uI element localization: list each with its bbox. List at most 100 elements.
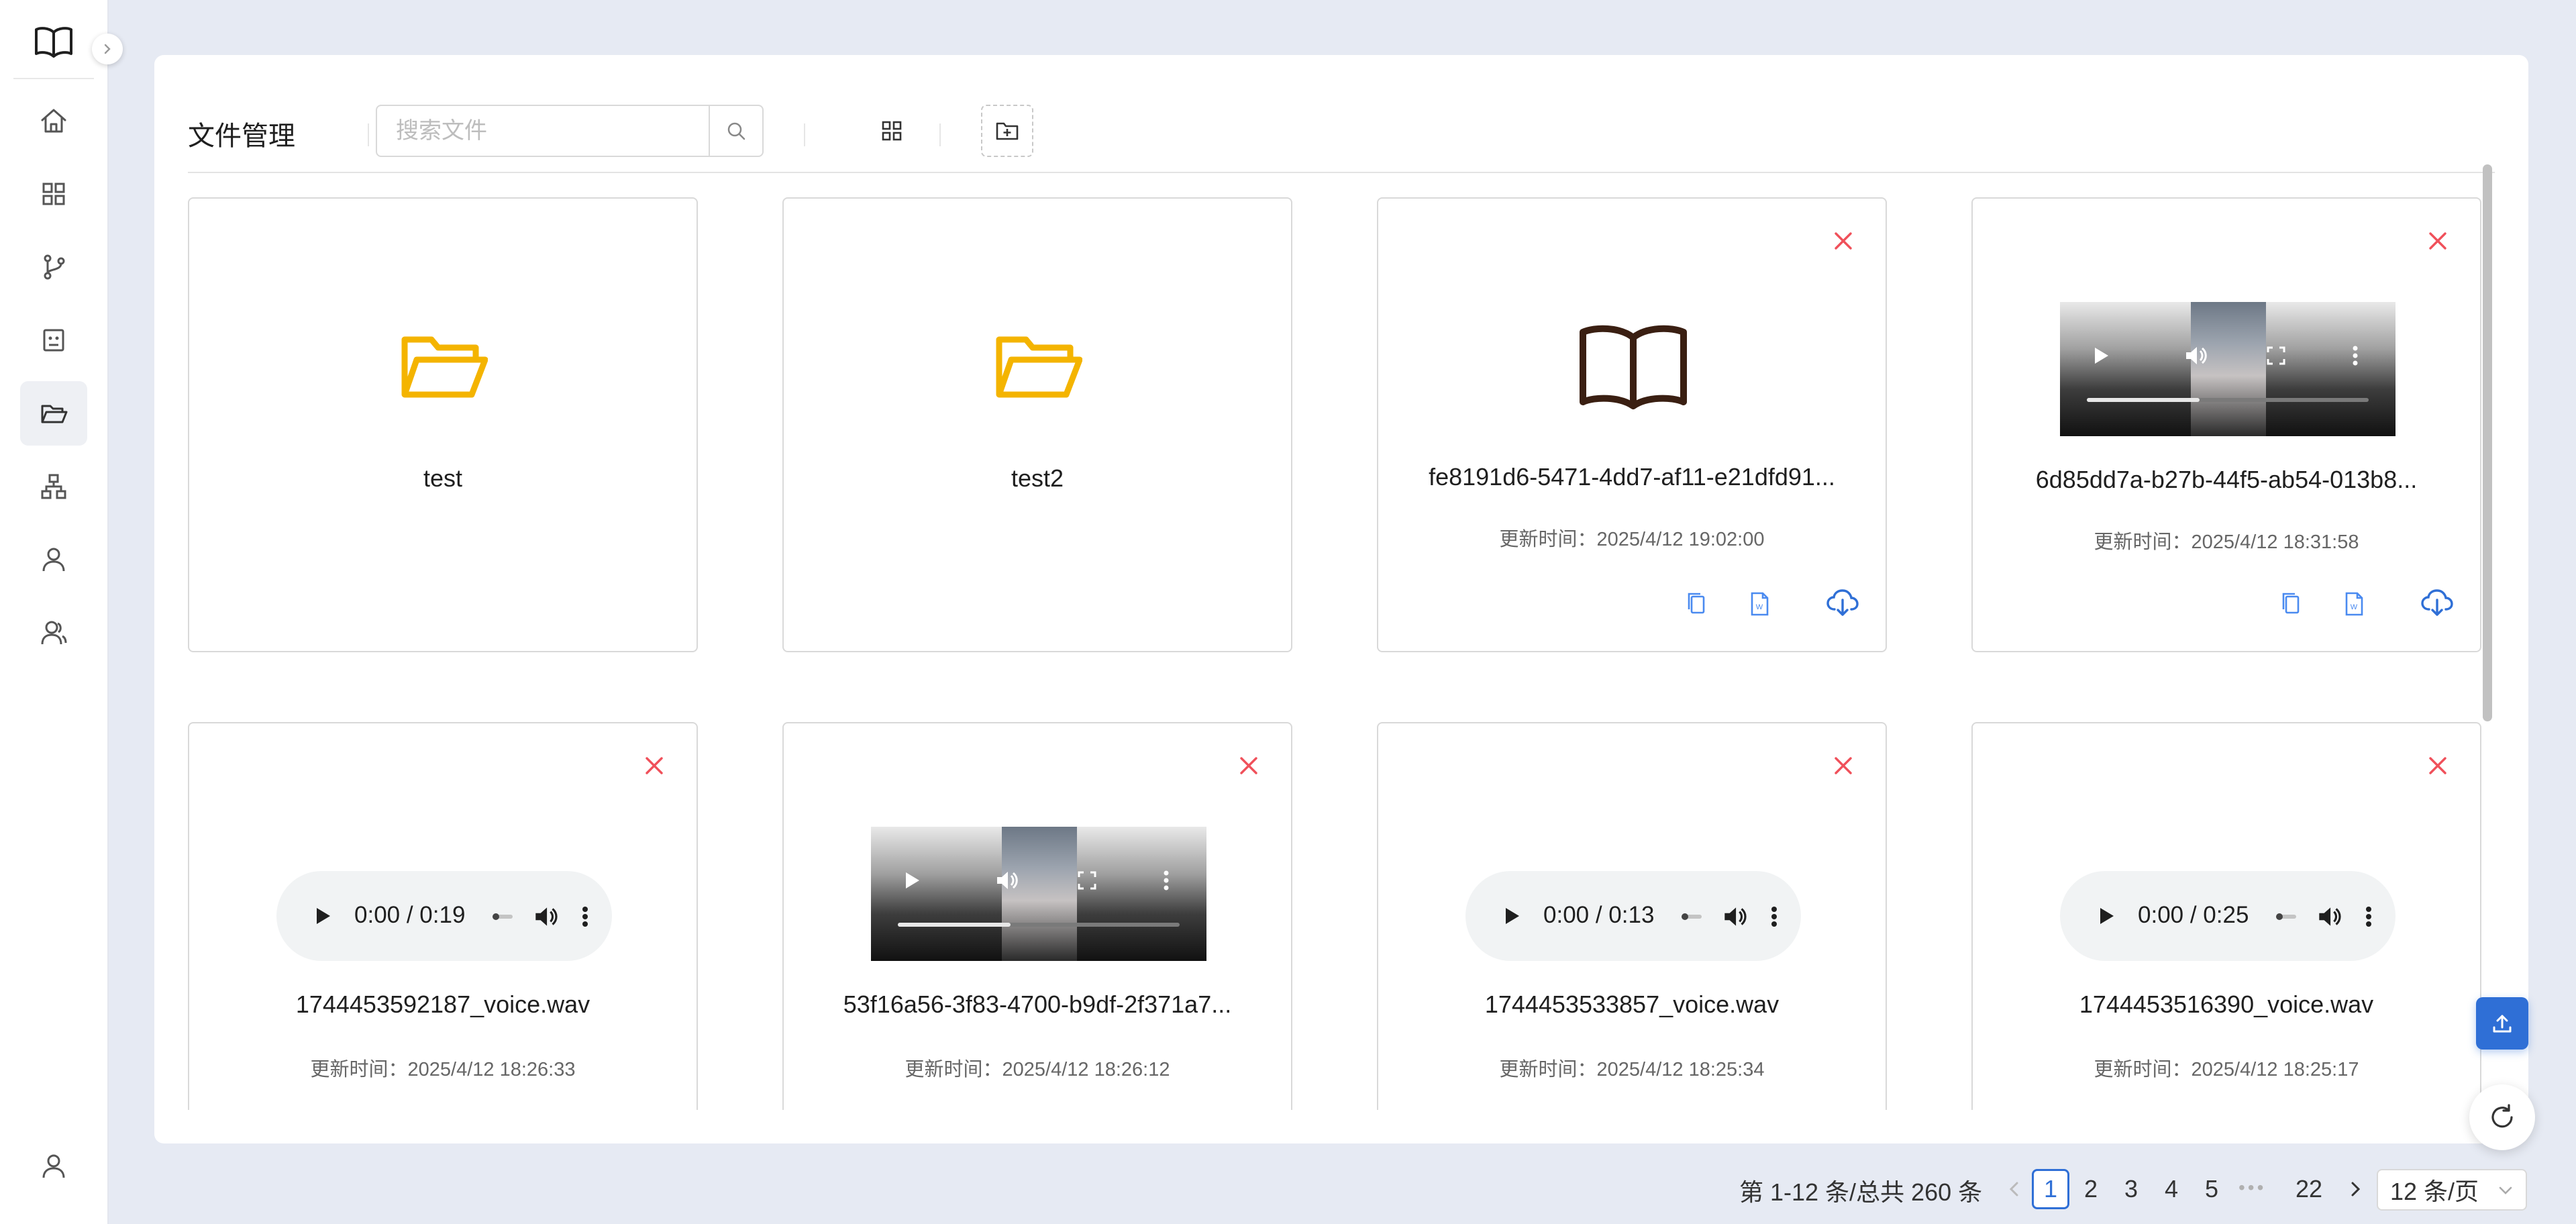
page-5-button[interactable]: 5 xyxy=(2193,1169,2230,1209)
video-progress[interactable] xyxy=(2087,398,2369,402)
page-last[interactable]: 22 xyxy=(2284,1169,2334,1209)
file-card[interactable]: 6d85dd7a-b27b-44f5-ab54-013b8... 更新时间：202… xyxy=(1971,197,2481,652)
close-icon xyxy=(1831,228,1856,254)
video-progress[interactable] xyxy=(898,923,1180,927)
fullscreen-icon[interactable] xyxy=(2263,342,2289,369)
svg-text:W: W xyxy=(1756,603,1763,611)
file-card[interactable]: 53f16a56-3f83-4700-b9df-2f371a7... 更新时间：2… xyxy=(782,722,1292,1110)
file-name: 53f16a56-3f83-4700-b9df-2f371a7... xyxy=(843,990,1232,1018)
more-options-icon[interactable] xyxy=(578,903,592,931)
cloud-download-icon[interactable] xyxy=(1825,588,1860,616)
updated-time: 更新时间：2025/4/12 18:26:12 xyxy=(905,1059,1170,1080)
delete-button[interactable] xyxy=(641,753,667,778)
pagination-ellipsis[interactable]: ••• xyxy=(2238,1177,2266,1198)
prev-page-button[interactable] xyxy=(1996,1169,2033,1209)
chevron-left-icon xyxy=(2006,1180,2022,1198)
delete-button[interactable] xyxy=(1831,753,1856,778)
video-player[interactable] xyxy=(871,827,1206,961)
delete-button[interactable] xyxy=(2425,228,2451,254)
close-icon xyxy=(1831,753,1856,778)
upload-icon xyxy=(2490,1011,2514,1035)
folder-add-icon xyxy=(994,119,1020,142)
page-2-button[interactable]: 2 xyxy=(2072,1169,2110,1209)
audio-progress[interactable] xyxy=(493,913,513,920)
volume-icon[interactable] xyxy=(531,903,560,931)
file-name: fe8191d6-5471-4dd7-af11-e21dfd91... xyxy=(1429,463,1835,491)
more-options-icon[interactable] xyxy=(1153,867,1180,894)
sidebar-account[interactable] xyxy=(20,1134,87,1198)
sidebar-item-files[interactable] xyxy=(20,381,87,446)
audio-player[interactable]: 0:00 / 0:25 xyxy=(2060,871,2395,961)
sidebar-collapse-toggle[interactable] xyxy=(92,34,123,64)
sidebar-item-organization[interactable] xyxy=(20,454,87,519)
pagination-summary: 第 1-12 条/总共 260 条 xyxy=(1739,1178,1983,1206)
audio-player[interactable]: 0:00 / 0:13 xyxy=(1465,871,1801,961)
file-card[interactable]: 0:00 / 0:25 1744453516390_voice.wav 更新时间：2… xyxy=(1971,722,2481,1110)
video-player[interactable] xyxy=(2060,302,2395,436)
chevron-down-icon xyxy=(2497,1184,2514,1197)
copy-icon[interactable] xyxy=(1683,591,1710,617)
file-card[interactable]: 0:00 / 0:19 1744453592187_voice.wav 更新时间：2… xyxy=(188,722,698,1110)
sidebar-item-dashboard[interactable] xyxy=(20,162,87,226)
play-icon[interactable] xyxy=(2087,342,2114,369)
upload-button[interactable] xyxy=(2476,997,2528,1050)
audio-time: 0:00 / 0:13 xyxy=(1543,902,1655,928)
folder-open-icon xyxy=(38,398,69,429)
user-icon xyxy=(38,544,69,575)
search-button[interactable] xyxy=(709,106,762,156)
play-icon[interactable] xyxy=(1498,903,1525,929)
scrollbar[interactable] xyxy=(2483,164,2492,721)
file-name: 6d85dd7a-b27b-44f5-ab54-013b8... xyxy=(2035,466,2418,493)
cloud-download-icon[interactable] xyxy=(2420,588,2455,616)
page-4-button[interactable]: 4 xyxy=(2153,1169,2190,1209)
audio-player[interactable]: 0:00 / 0:19 xyxy=(276,871,612,961)
play-icon[interactable] xyxy=(309,903,336,929)
search-input[interactable] xyxy=(377,106,706,156)
file-info-icon[interactable]: W xyxy=(1746,591,1773,617)
volume-icon[interactable] xyxy=(993,867,1020,894)
folder-card[interactable]: test xyxy=(188,197,698,652)
volume-icon[interactable] xyxy=(2315,903,2343,931)
next-page-button[interactable] xyxy=(2336,1169,2374,1209)
more-options-icon[interactable] xyxy=(2342,342,2369,369)
home-icon xyxy=(38,105,69,136)
audio-progress[interactable] xyxy=(2276,913,2296,920)
toolbar-divider xyxy=(939,123,941,146)
file-info-icon[interactable]: W xyxy=(2340,591,2367,617)
updated-time: 更新时间：2025/4/12 18:31:58 xyxy=(2094,531,2359,553)
page-3-button[interactable]: 3 xyxy=(2112,1169,2150,1209)
file-card[interactable]: 0:00 / 0:13 1744453533857_voice.wav 更新时间：2… xyxy=(1377,722,1887,1110)
fullscreen-icon[interactable] xyxy=(1074,867,1100,894)
sidebar-item-workflow[interactable] xyxy=(20,235,87,299)
robot-icon xyxy=(38,325,69,356)
page-size-select[interactable]: 12 条/页 xyxy=(2377,1169,2527,1211)
sidebar-item-user[interactable] xyxy=(20,527,87,592)
volume-icon[interactable] xyxy=(1720,903,1749,931)
git-branch-icon xyxy=(38,252,69,283)
new-folder-button[interactable] xyxy=(981,105,1033,157)
toolbar-divider xyxy=(368,123,369,146)
more-options-icon[interactable] xyxy=(1767,903,1781,931)
refresh-button[interactable] xyxy=(2469,1084,2535,1150)
sidebar-item-team[interactable] xyxy=(20,601,87,665)
delete-button[interactable] xyxy=(1236,753,1261,778)
play-icon[interactable] xyxy=(2092,903,2119,929)
updated-time: 更新时间：2025/4/12 19:02:00 xyxy=(1499,529,1765,550)
more-options-icon[interactable] xyxy=(2362,903,2375,931)
file-card[interactable]: fe8191d6-5471-4dd7-af11-e21dfd91... 更新时间：… xyxy=(1377,197,1887,652)
updated-time: 更新时间：2025/4/12 18:25:17 xyxy=(2094,1059,2359,1080)
delete-button[interactable] xyxy=(1831,228,1856,254)
toolbar: 文件管理 xyxy=(188,94,2495,173)
page-1-button[interactable]: 1 xyxy=(2032,1169,2069,1209)
play-icon[interactable] xyxy=(898,867,925,894)
sidebar-item-robot[interactable] xyxy=(20,308,87,372)
copy-icon[interactable] xyxy=(2277,591,2304,617)
audio-progress[interactable] xyxy=(1682,913,1702,920)
updated-time: 更新时间：2025/4/12 18:25:34 xyxy=(1499,1059,1765,1080)
folder-card[interactable]: test2 xyxy=(782,197,1292,652)
chevron-right-icon xyxy=(101,42,114,56)
volume-icon[interactable] xyxy=(2182,342,2209,369)
delete-button[interactable] xyxy=(2425,753,2451,778)
grid-view-toggle[interactable] xyxy=(872,111,911,150)
sidebar-item-home[interactable] xyxy=(20,89,87,153)
